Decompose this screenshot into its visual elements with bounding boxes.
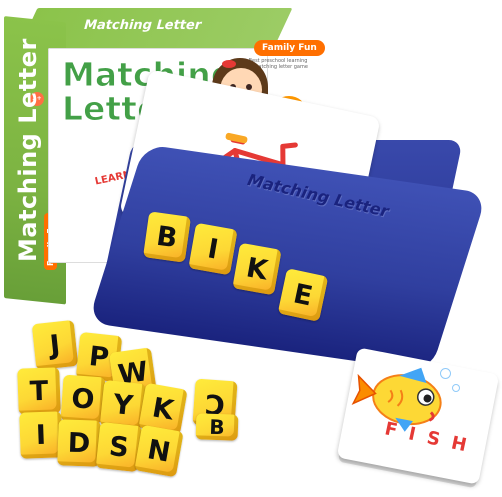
fish-card[interactable] [336,347,500,485]
box-top-title: Matching Letter [81,18,204,33]
box-side-title: Matching Letter [14,38,42,262]
tray-cube[interactable]: B [143,211,191,263]
letter-cube[interactable]: D [57,419,101,467]
letter-cube[interactable]: J [31,319,79,371]
letter-cube[interactable]: I [19,411,63,459]
letter-cube[interactable]: O [60,374,106,424]
letter-cube[interactable]: B [195,413,239,441]
bubble-icon [452,384,460,392]
girl-bow [222,60,236,68]
tray-cube[interactable]: I [188,222,238,276]
fish-icon [351,367,442,432]
bubble-icon [440,368,451,379]
brand-logo: Family Fun [254,40,325,56]
letter-cube[interactable]: T [17,367,61,415]
tray-cube[interactable]: K [232,242,282,296]
